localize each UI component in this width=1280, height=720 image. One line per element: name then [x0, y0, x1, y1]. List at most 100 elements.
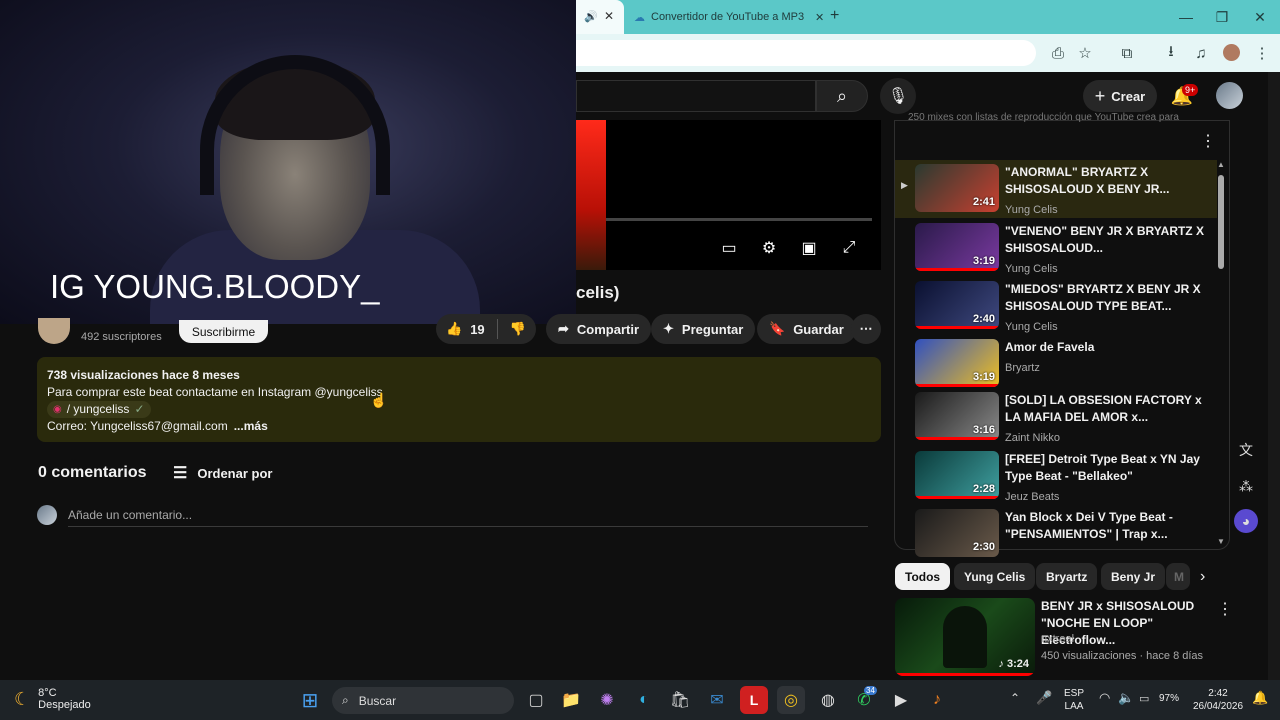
media-player-icon[interactable]: ▶	[887, 686, 915, 714]
notifications-center-icon[interactable]: 🔔	[1252, 690, 1268, 706]
extensions-icon[interactable]: ⧉	[1115, 41, 1139, 65]
taskbar-search[interactable]: ⌕ Buscar	[332, 687, 514, 714]
fl-studio-icon[interactable]: ♪	[923, 686, 951, 714]
outlook-icon[interactable]: ✉	[703, 686, 731, 714]
fullscreen-icon[interactable]: ⤢	[837, 236, 861, 260]
minimize-button[interactable]: —	[1166, 0, 1206, 34]
scroll-down-icon[interactable]: ▼	[1217, 537, 1225, 546]
instagram-link[interactable]: ◉ / yungceliss ✓	[47, 401, 151, 418]
chip-bryartz[interactable]: Bryartz	[1036, 563, 1098, 590]
install-icon[interactable]: ⎙	[1046, 41, 1070, 65]
playlist-thumbnail[interactable]: 3:19	[915, 339, 999, 387]
playlist-item[interactable]: ▶ 2:41 "ANORMAL" BRYARTZ X SHISOSALOUD X B…	[895, 160, 1217, 218]
description-box[interactable]: 738 visualizaciones hace 8 meses Para co…	[37, 357, 881, 442]
translate-icon[interactable]: 文	[1232, 436, 1260, 464]
download-icon[interactable]: ⭳	[1159, 41, 1183, 65]
playlist-thumbnail[interactable]: 2:28	[915, 451, 999, 499]
channel-avatar[interactable]	[38, 318, 70, 344]
tray-chevron-up-icon[interactable]: ⌃	[1010, 691, 1020, 705]
address-bar[interactable]	[576, 40, 1036, 66]
copilot-icon[interactable]: ✺	[593, 686, 621, 714]
recommended-menu-icon[interactable]: ⋮	[1217, 599, 1233, 619]
audio-icon[interactable]: 🔊	[584, 10, 598, 23]
apps-icon[interactable]: ⁂	[1232, 472, 1260, 500]
chip-more[interactable]: M	[1166, 563, 1190, 590]
playlist-thumbnail[interactable]: 2:41	[915, 164, 999, 212]
share-button[interactable]: ➦ Compartir	[546, 314, 652, 344]
start-windows-icon[interactable]: ⊞	[296, 686, 324, 714]
new-tab-button[interactable]: +	[830, 7, 839, 25]
menu-kebab-icon[interactable]: ⋮	[1250, 41, 1274, 65]
chip-yung-celis[interactable]: Yung Celis	[954, 563, 1036, 590]
bookmark-star-icon[interactable]: ☆	[1073, 41, 1097, 65]
plus-icon: +	[1094, 85, 1106, 106]
profile-avatar[interactable]	[1223, 44, 1240, 61]
mouse-cursor-icon: ☝	[370, 392, 388, 408]
theater-mode-icon[interactable]: ▣	[797, 236, 821, 260]
save-label: Guardar	[793, 321, 844, 337]
chrome-icon[interactable]: ◎	[777, 686, 805, 714]
duration-label: 3:16	[972, 424, 995, 436]
chevron-right-icon[interactable]: ›	[1200, 568, 1205, 586]
store-icon[interactable]: 🛍	[666, 686, 694, 714]
scroll-up-icon[interactable]: ▲	[1217, 160, 1225, 169]
more-link[interactable]: ...más	[234, 418, 268, 435]
playlist-menu-icon[interactable]: ⋮	[1200, 131, 1216, 151]
active-tab[interactable]: 🔊 ✕	[576, 0, 624, 34]
settings-gear-icon[interactable]: ⚙	[757, 236, 781, 260]
chip-todos[interactable]: Todos	[895, 563, 951, 590]
ask-button[interactable]: ✦ Preguntar	[651, 314, 756, 344]
search-input[interactable]	[576, 80, 816, 112]
playlist-item[interactable]: 2:28 [FREE] Detroit Type Beat x YN Jay Ty…	[895, 447, 1217, 505]
task-view-icon[interactable]: ▢	[522, 686, 550, 714]
recommended-channel[interactable]: nxtreal	[1041, 633, 1074, 645]
progress-bar[interactable]	[606, 218, 872, 221]
search-button[interactable]: ⌕	[816, 80, 868, 112]
account-avatar[interactable]	[1216, 82, 1243, 109]
media-control-icon[interactable]: ♫	[1189, 41, 1213, 65]
subscribe-button[interactable]: Suscribirme	[179, 320, 268, 343]
voice-search-button[interactable]: 🎙	[880, 78, 916, 114]
battery-icon[interactable]: ▭	[1139, 692, 1149, 705]
chip-beny-jr[interactable]: Beny Jr	[1101, 563, 1166, 590]
extension-bot-icon[interactable]: ◕	[1234, 509, 1258, 533]
playlist-thumbnail[interactable]: 2:30	[915, 509, 999, 557]
close-window-button[interactable]: ✕	[1240, 0, 1280, 34]
obs-icon[interactable]: ◍	[814, 686, 842, 714]
divider	[496, 319, 498, 339]
like-button[interactable]: 👍 19	[446, 321, 497, 337]
recommended-thumbnail[interactable]: ♪ 3:24	[895, 598, 1035, 676]
app-l-icon[interactable]: L	[740, 686, 768, 714]
more-actions-button[interactable]: ⋯	[851, 314, 881, 344]
maximize-button[interactable]: ❐	[1202, 0, 1242, 34]
sort-label: Ordenar por	[197, 465, 273, 481]
subtitles-icon[interactable]: ▭	[717, 236, 741, 260]
playlist-scrollbar[interactable]	[1218, 175, 1224, 269]
clock[interactable]: 2:42 26/04/2026	[1188, 687, 1248, 713]
sort-comments-button[interactable]: ☰ Ordenar por	[173, 463, 272, 483]
playlist-item[interactable]: 3:16 [SOLD] LA OBSESION FACTORY x LA MAFI…	[895, 388, 1217, 446]
edge-icon[interactable]: ◐	[630, 686, 658, 714]
tab-close-icon[interactable]: ✕	[815, 11, 824, 24]
playlist-item[interactable]: 3:19 "VENENO" BENY JR X BRYARTZ X SHISOSA…	[895, 219, 1217, 277]
language-indicator[interactable]: ESP LAA	[1064, 687, 1084, 713]
save-button[interactable]: 🔖 Guardar	[757, 314, 856, 344]
page-scrollbar[interactable]	[1268, 72, 1280, 680]
volume-icon[interactable]: 🔈	[1118, 690, 1134, 706]
microphone-tray-icon[interactable]: 🎤	[1036, 690, 1052, 706]
tab-converter[interactable]: ☁ Convertidor de YouTube a MP3 ✕	[626, 4, 826, 30]
playlist-item[interactable]: 2:40 "MIEDOS" BRYARTZ X BENY JR X SHISOSA…	[895, 277, 1217, 335]
description-line: Para comprar este beat contactame en Ins…	[47, 385, 383, 399]
playlist-thumbnail[interactable]: 2:40	[915, 281, 999, 329]
playlist-item[interactable]: 3:19 Amor de Favela Bryartz	[895, 335, 1217, 393]
tab-close-icon[interactable]: ✕	[604, 9, 614, 23]
file-explorer-icon[interactable]: 📁	[557, 686, 585, 714]
wifi-icon[interactable]: ◠	[1099, 690, 1110, 706]
playlist-thumbnail[interactable]: 3:16	[915, 392, 999, 440]
create-button[interactable]: + Crear	[1083, 80, 1157, 112]
playlist-item[interactable]: 2:30 Yan Block x Dei V Type Beat - "PENSA…	[895, 505, 1217, 563]
playlist-thumbnail[interactable]: 3:19	[915, 223, 999, 271]
thumbs-down-icon[interactable]: 👎	[510, 321, 526, 337]
comment-input[interactable]: Añade un comentario...	[68, 508, 868, 527]
weather-widget[interactable]: ☾ 8°C Despejado	[14, 687, 91, 711]
